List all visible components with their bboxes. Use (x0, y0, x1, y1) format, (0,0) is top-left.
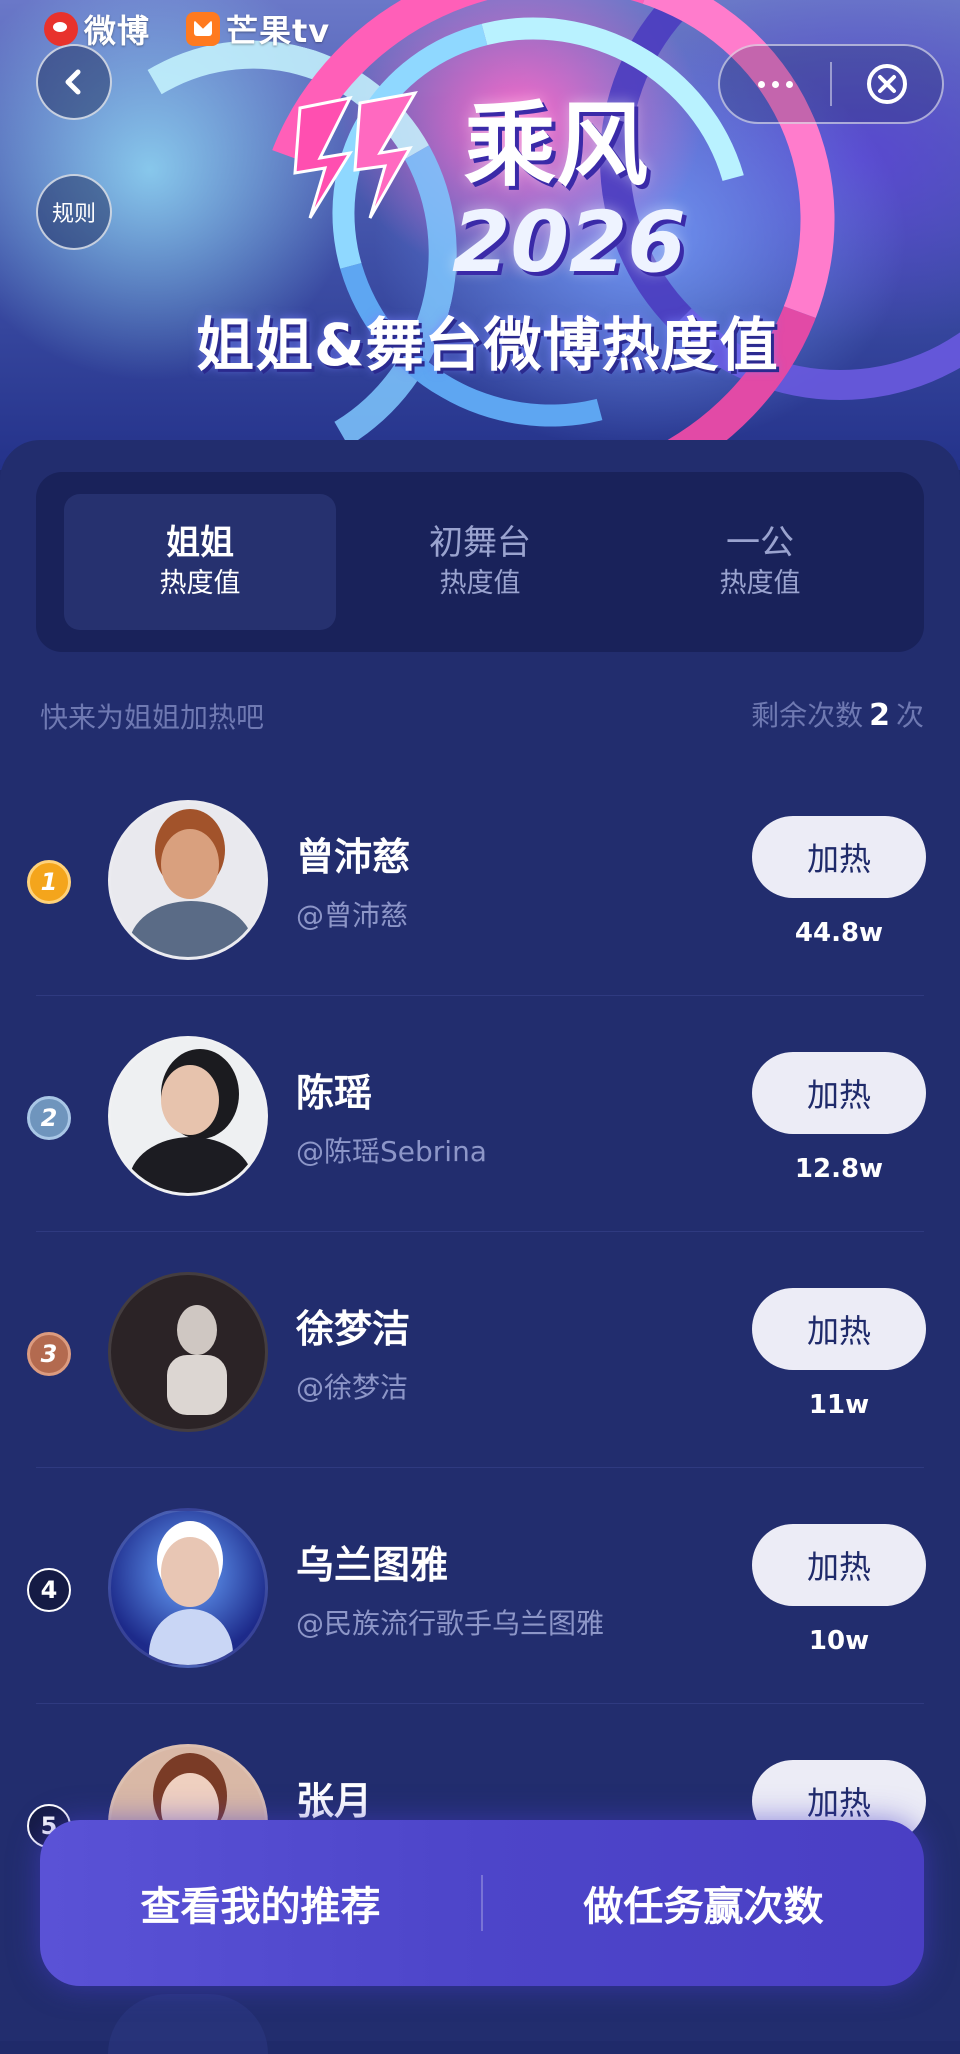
rules-label: 规则 (51, 202, 96, 227)
tab-sister-heat[interactable]: 姐姐 热度值 (64, 494, 336, 630)
list-item: 3 徐梦洁 @徐梦洁 加热 11w (0, 1232, 960, 1468)
mango-tv-logo-text: 芒果tv (226, 12, 331, 50)
remaining-unit: 次 (895, 699, 924, 732)
mango-tv-logo-icon (186, 12, 220, 46)
tab-first-performance-heat[interactable]: 一公 热度值 (624, 494, 896, 630)
remaining-value: 2 (869, 698, 890, 733)
weibo-logo-icon (44, 12, 78, 46)
show-title: 乘风 (464, 92, 649, 199)
bottom-action-bar: 查看我的推荐 做任务赢次数 (40, 1820, 924, 1986)
boost-button[interactable]: 加热 (752, 1052, 926, 1134)
avatar-body (167, 1355, 227, 1415)
weibo-logo: 微博 (44, 6, 150, 52)
contestant-handle[interactable]: @民族流行歌手乌兰图雅 (296, 1602, 604, 1642)
close-button[interactable] (832, 62, 942, 106)
heat-score: 44.8w (794, 918, 884, 948)
show-year: 2026 (452, 193, 686, 291)
rules-button[interactable]: 规则 (36, 174, 112, 250)
contestant-handle[interactable]: @曾沛慈 (296, 894, 408, 934)
hero-banner: 微博 芒果tv 规则 乘风 2026 姐姐&舞台微博热度值 (0, 0, 960, 470)
weibo-logo-text: 微博 (84, 12, 151, 50)
my-recommendations-button[interactable]: 查看我的推荐 (40, 1874, 481, 1932)
list-item: 2 陈瑶 @陈瑶Sebrina 加热 12.8w (0, 996, 960, 1232)
tab-sublabel: 热度值 (719, 568, 801, 600)
tab-label: 一公 (726, 523, 794, 563)
contestant-handle[interactable]: @徐梦洁 (296, 1366, 408, 1406)
contestant-name: 曾沛慈 (296, 835, 411, 879)
show-logo-icon (293, 90, 418, 219)
tab-label: 初舞台 (429, 523, 531, 563)
close-circle-icon (867, 64, 907, 104)
avatar-head (177, 1305, 217, 1355)
tab-first-stage-heat[interactable]: 初舞台 热度值 (344, 494, 616, 630)
avatar (108, 1036, 268, 1196)
boost-button[interactable]: 加热 (752, 1524, 926, 1606)
rank-badge: 4 (27, 1568, 71, 1612)
more-dot (771, 80, 779, 88)
list-item: 4 乌兰图雅 @民族流行歌手乌兰图雅 加热 10w (0, 1468, 960, 1704)
tab-label: 姐姐 (166, 523, 234, 563)
mango-tv-logo: 芒果tv (186, 6, 330, 52)
contestant-handle[interactable]: @陈瑶Sebrina (296, 1130, 487, 1170)
boost-button[interactable]: 加热 (752, 1288, 926, 1370)
avatar-head (161, 1537, 219, 1607)
avatar (108, 800, 268, 960)
tab-sublabel: 热度值 (439, 568, 521, 600)
contestant-name: 张月 (296, 1779, 373, 1823)
show-subtitle: 姐姐&舞台微博热度值 (196, 311, 779, 379)
rank-badge: 2 (27, 1096, 71, 1140)
mini-program-capsule (718, 44, 944, 124)
heat-score: 11w (808, 1390, 870, 1420)
list-item: 1 曾沛慈 @曾沛慈 加热 44.8w (0, 760, 960, 996)
tab-sublabel: 热度值 (159, 568, 241, 600)
avatar-head (161, 829, 219, 899)
avatar (108, 1508, 268, 1668)
category-tabs: 姐姐 热度值 初舞台 热度值 一公 热度值 (36, 472, 924, 652)
more-button[interactable] (720, 80, 830, 88)
more-dots-icon (757, 80, 765, 88)
earn-chances-button[interactable]: 做任务赢次数 (483, 1874, 924, 1932)
rank-badge: 3 (27, 1332, 71, 1376)
remaining-count: 剩余次数 2 次 (751, 694, 924, 734)
remaining-label: 剩余次数 (751, 699, 864, 732)
heat-score: 10w (808, 1626, 870, 1656)
avatar-body (129, 1137, 253, 1193)
avatar-body (149, 1609, 233, 1665)
boost-button[interactable]: 加热 (752, 816, 926, 898)
contestant-name: 徐梦洁 (296, 1307, 411, 1351)
contestant-name: 乌兰图雅 (296, 1543, 449, 1587)
back-button[interactable] (36, 44, 112, 120)
more-dot (785, 80, 793, 88)
boost-hint: 快来为姐姐加热吧 (40, 701, 265, 734)
chevron-left-icon (65, 69, 81, 95)
heat-score: 12.8w (794, 1154, 884, 1184)
rank-badge: 1 (27, 860, 71, 904)
avatar-body (129, 901, 253, 957)
avatar (108, 1272, 268, 1432)
avatar-head (161, 1065, 219, 1135)
contestant-name: 陈瑶 (296, 1071, 373, 1115)
